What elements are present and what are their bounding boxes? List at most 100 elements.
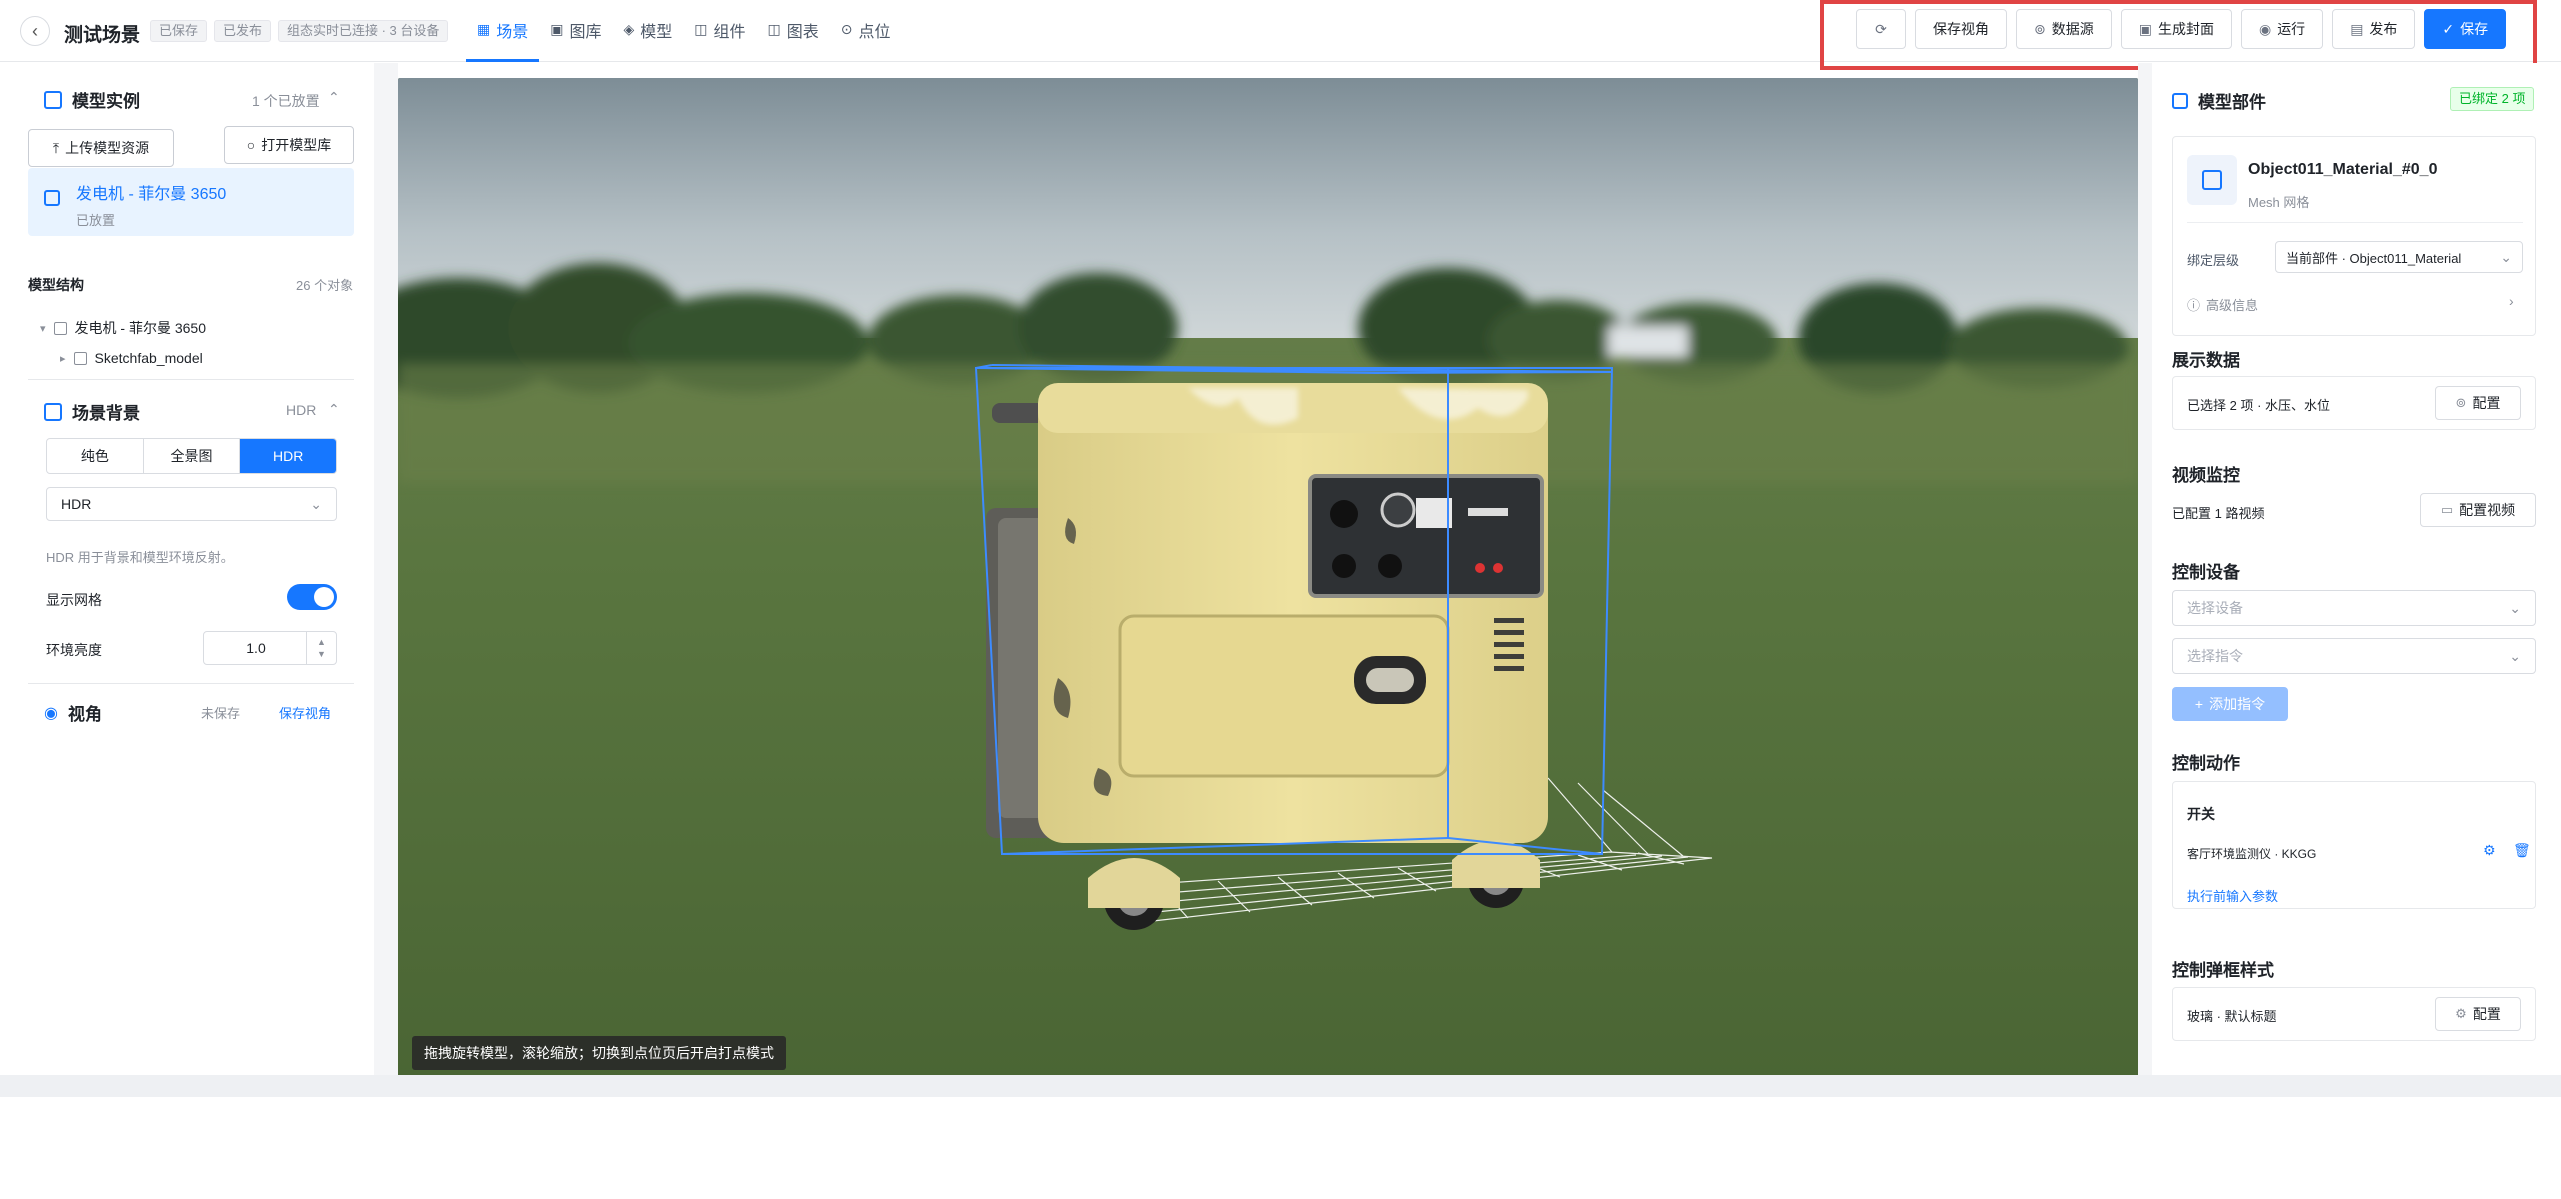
status-tag-saved: 已保存	[150, 20, 208, 42]
left-panel: 模型实例 1 个已放置 ⌃ ⤒ 上传模型资源 ○ 打开模型库 发电机 - 菲尔曼…	[0, 63, 374, 1075]
view-section-title: ◉ 视角	[44, 700, 102, 725]
structure-count: 26 个对象	[296, 278, 354, 293]
bind-level-value: 当前部件 · Object011_Material	[2286, 250, 2462, 266]
save-view-button[interactable]: 保存视角	[1915, 9, 2007, 49]
back-button[interactable]: ‹	[20, 16, 50, 46]
pin-icon: ⊙	[840, 21, 853, 37]
image-icon: ▣	[550, 21, 564, 37]
tab-chart[interactable]: ◫ 图表	[757, 0, 830, 62]
info-icon: ⓘ	[2187, 298, 2201, 313]
command-select-placeholder: 选择指令	[2187, 648, 2243, 664]
refresh-icon: ⟳	[1875, 20, 1887, 37]
device-select[interactable]: 选择设备 ⌄	[2172, 590, 2536, 626]
tree-node-root[interactable]: ▾ 发电机 - 菲尔曼 3650	[40, 318, 206, 338]
eye-icon: ◉	[44, 704, 58, 722]
gear-icon[interactable]: ⚙	[2483, 842, 2496, 859]
view-status: 未保存	[201, 706, 241, 721]
chevron-up-icon[interactable]: ⌃	[328, 401, 340, 418]
scene-render[interactable]	[398, 78, 2138, 1084]
models-count: 1 个已放置	[252, 93, 320, 109]
command-select[interactable]: 选择指令 ⌄	[2172, 638, 2536, 674]
grid-toggle[interactable]	[287, 584, 337, 610]
grid-label: 显示网格	[46, 592, 102, 608]
arrow-up-icon[interactable]: ▲	[317, 636, 326, 648]
left-gutter	[374, 63, 398, 1075]
run-button[interactable]: ◉ 运行	[2240, 9, 2324, 49]
chevron-up-icon[interactable]: ⌃	[328, 89, 340, 106]
gear-icon: ⚙	[2455, 1006, 2467, 1021]
control-device-title: 控制设备	[2172, 563, 2240, 582]
open-library-button[interactable]: ○ 打开模型库	[224, 126, 354, 164]
part-section-title: 模型部件	[2172, 88, 2266, 113]
config-video-button[interactable]: ▭ 配置视频	[2420, 493, 2536, 527]
popup-style-value: 玻璃 · 默认标题	[2187, 1009, 2277, 1024]
tab-component[interactable]: ◫ 组件	[683, 0, 756, 62]
chevron-right-icon[interactable]: ›	[2509, 293, 2514, 309]
model-instance-name: 发电机 - 菲尔曼 3650	[76, 186, 227, 203]
popup-style-title: 控制弹框样式	[2172, 961, 2274, 980]
part-icon	[2187, 155, 2237, 205]
tab-gallery[interactable]: ▣ 图库	[539, 0, 612, 62]
bound-badge: 已绑定 2 项	[2450, 87, 2535, 111]
publish-button[interactable]: ▤ 发布	[2332, 9, 2416, 49]
save-button[interactable]: ✓ 保存	[2424, 9, 2507, 49]
tab-hdr[interactable]: HDR	[240, 439, 336, 473]
model-instance-item[interactable]: 发电机 - 菲尔曼 3650 已放置	[28, 168, 354, 236]
action-device: 客厅环境监测仪 · KKGG	[2187, 847, 2317, 861]
chevron-down-icon: ⌄	[2509, 647, 2521, 664]
chevron-down-icon: ⌄	[2509, 599, 2521, 616]
hdr-select-value: HDR	[61, 496, 92, 512]
plus-icon: +	[2194, 696, 2204, 712]
display-config-button[interactable]: ⊚ 配置	[2435, 386, 2521, 420]
refresh-button[interactable]: ⟳	[1856, 9, 1906, 49]
app-root: ‹ 测试场景 已保存 已发布 组态实时已连接 · 3 台设备 ▦ 场景 ▣ 图库…	[0, 0, 2561, 1199]
circle-icon: ○	[246, 137, 256, 153]
add-command-button[interactable]: + 添加指令	[2172, 687, 2288, 721]
save-view-label: 保存视角	[1933, 21, 1989, 37]
cube-icon	[44, 190, 60, 206]
tab-model[interactable]: ◈ 模型	[613, 0, 684, 62]
brightness-stepper[interactable]: 1.0 ▲ ▼	[203, 631, 337, 665]
tab-panorama[interactable]: 全景图	[144, 439, 241, 473]
part-card: Object011_Material_#0_0 Mesh 网格 绑定层级 当前部…	[2172, 136, 2536, 336]
add-command-label: 添加指令	[2209, 696, 2266, 712]
display-data-card: 已选择 2 项 · 水压、水位 ⊚ 配置	[2172, 376, 2536, 430]
hdr-select[interactable]: HDR ⌄	[46, 487, 337, 521]
upload-model-button[interactable]: ⤒ 上传模型资源	[28, 129, 174, 167]
advanced-info-row[interactable]: ⓘ 高级信息	[2187, 295, 2258, 314]
tab-component-label: 组件	[713, 23, 746, 41]
models-section-title: 模型实例	[44, 87, 140, 112]
pre-execute-params-link[interactable]: 执行前输入参数	[2187, 886, 2278, 905]
display-data-selected: 已选择 2 项 · 水压、水位	[2187, 398, 2331, 413]
tree-node-child[interactable]: ▸ Sketchfab_model	[60, 350, 203, 366]
trash-icon[interactable]: 🗑	[2513, 842, 2531, 859]
right-panel-scrollbar[interactable]	[2542, 63, 2561, 1075]
tab-solid[interactable]: 纯色	[47, 439, 144, 473]
stepper-arrows[interactable]: ▲ ▼	[306, 632, 336, 664]
generate-cover-label: 生成封面	[2157, 21, 2214, 37]
control-action-title: 控制动作	[2172, 754, 2240, 773]
top-header: ‹ 测试场景 已保存 已发布 组态实时已连接 · 3 台设备 ▦ 场景 ▣ 图库…	[0, 0, 2561, 62]
3d-viewport[interactable]: 拖拽旋转模型，滚轮缩放；切换到点位页后开启打点模式	[398, 78, 2138, 1084]
background-mode: HDR	[286, 402, 317, 418]
caret-right-icon: ▸	[60, 352, 66, 365]
bind-level-select[interactable]: 当前部件 · Object011_Material ⌄	[2275, 241, 2523, 273]
part-name: Object011_Material_#0_0	[2248, 161, 2438, 178]
part-title: 模型部件	[2198, 93, 2266, 112]
arrow-down-icon[interactable]: ▼	[317, 648, 326, 660]
link-icon: ⊚	[2034, 20, 2046, 37]
status-tag-published: 已发布	[214, 20, 272, 42]
popup-config-button[interactable]: ⚙ 配置	[2435, 997, 2521, 1031]
models-title: 模型实例	[72, 92, 140, 111]
hdr-description: HDR 用于背景和模型环境反射。	[46, 550, 234, 565]
tab-scene[interactable]: ▦ 场景	[466, 0, 540, 62]
upload-label: 上传模型资源	[65, 140, 150, 156]
run-label: 运行	[2277, 21, 2306, 37]
chevron-down-icon: ⌄	[2500, 248, 2512, 265]
tab-points[interactable]: ⊙ 点位	[830, 0, 902, 62]
datasource-button[interactable]: ⊚ 数据源	[2016, 9, 2112, 49]
viewport-hint: 拖拽旋转模型，滚轮缩放；切换到点位页后开启打点模式	[412, 1036, 786, 1070]
save-view-link[interactable]: 保存视角	[279, 703, 331, 722]
generate-cover-button[interactable]: ▣ 生成封面	[2120, 9, 2232, 49]
divider	[28, 683, 354, 684]
